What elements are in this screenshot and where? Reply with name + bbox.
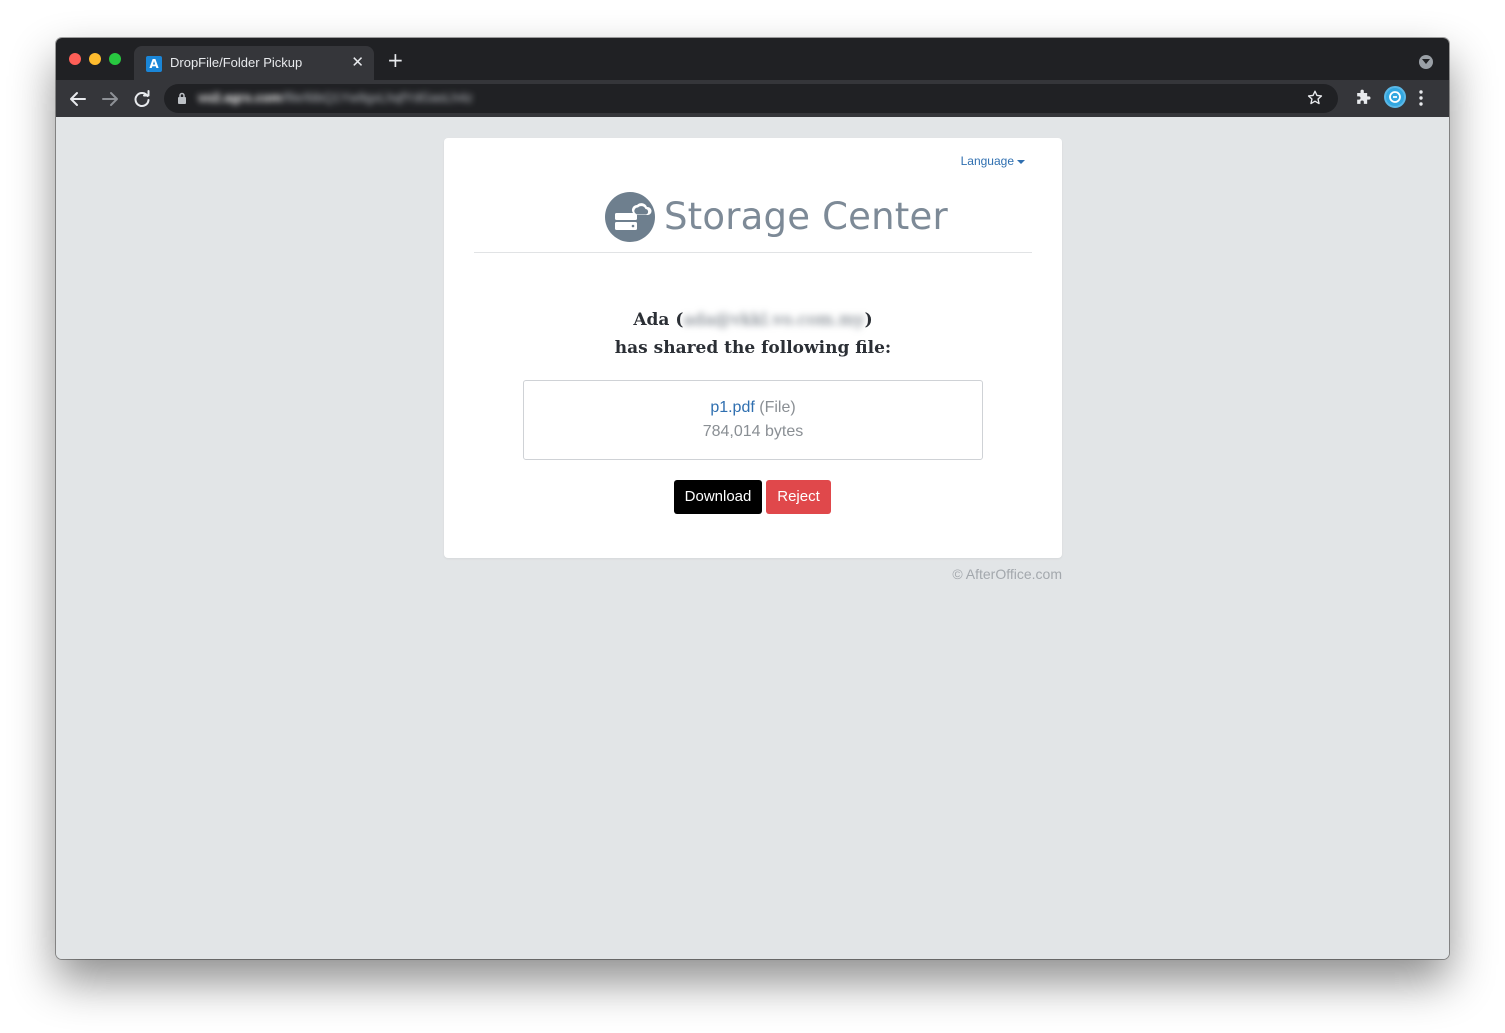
url-text: vo2.agrx.com/file/6ibQ1Yw9gxLhqfYdGasLh4… (198, 90, 473, 105)
sharer-email: ada@vkkl.vo.com.my (683, 310, 865, 330)
minimize-window-button[interactable] (89, 53, 101, 65)
cloud-storage-icon (604, 191, 656, 243)
browser-toolbar: vo2.agrx.com/file/6ibQ1Yw9gxLhqfYdGasLh4… (56, 80, 1449, 117)
url-host: vo2.agrx.com (198, 90, 282, 105)
arrow-left-icon[interactable] (67, 88, 89, 110)
language-label: Language (960, 154, 1014, 168)
file-name-link[interactable]: p1.pdf (710, 399, 754, 416)
profile-avatar[interactable] (1384, 86, 1406, 108)
file-line: p1.pdf (File) (524, 398, 982, 418)
language-dropdown[interactable]: Language (961, 154, 1025, 168)
close-window-button[interactable] (69, 53, 81, 65)
pickup-card: Language Storage Center Ada (ada@vkkl.vo… (444, 138, 1062, 558)
reject-button[interactable]: Reject (766, 480, 831, 514)
file-type: (File) (759, 399, 796, 416)
sharer-name: Ada (633, 310, 670, 330)
brand-name: Storage Center (664, 195, 948, 238)
file-info-box: p1.pdf (File) 784,014 bytes (523, 380, 983, 460)
file-size: 784,014 bytes (702, 423, 804, 440)
tab-close-icon[interactable]: ✕ (351, 54, 364, 70)
shared-text: has shared the following file: (614, 338, 892, 358)
copyright-footer: © AfterOffice.com (952, 566, 1062, 582)
header-divider (474, 252, 1032, 253)
favicon-icon: A (146, 56, 162, 72)
browser-window: A DropFile/Folder Pickup ✕ + vo2.agrx.co… (56, 38, 1449, 959)
more-vert-icon[interactable] (1418, 88, 1424, 113)
tab-search-icon[interactable] (1419, 55, 1433, 69)
puzzle-icon[interactable] (1353, 88, 1373, 113)
arrow-right-icon[interactable] (99, 88, 121, 110)
caret-down-icon (1017, 159, 1025, 164)
tab-title: DropFile/Folder Pickup (170, 55, 303, 70)
tab-strip: A DropFile/Folder Pickup ✕ + (56, 38, 1449, 80)
reload-icon[interactable] (131, 88, 153, 110)
tab-dropfile-pickup[interactable]: A DropFile/Folder Pickup ✕ (134, 46, 374, 80)
url-path: /file/6ibQ1Yw9gxLhqfYdGasLh4z (281, 90, 473, 105)
download-button[interactable]: Download (674, 480, 762, 514)
page-content: Language Storage Center Ada (ada@vkkl.vo… (56, 117, 1449, 959)
new-tab-button[interactable]: + (387, 50, 404, 70)
lock-icon[interactable] (177, 92, 187, 110)
share-message: Ada (ada@vkkl.vo.com.my) has shared the … (444, 306, 1062, 362)
address-bar[interactable]: vo2.agrx.com/file/6ibQ1Yw9gxLhqfYdGasLh4… (164, 84, 1338, 113)
star-icon[interactable] (1306, 89, 1324, 112)
sharer-line: Ada (ada@vkkl.vo.com.my) (633, 310, 873, 330)
zoom-window-button[interactable] (109, 53, 121, 65)
